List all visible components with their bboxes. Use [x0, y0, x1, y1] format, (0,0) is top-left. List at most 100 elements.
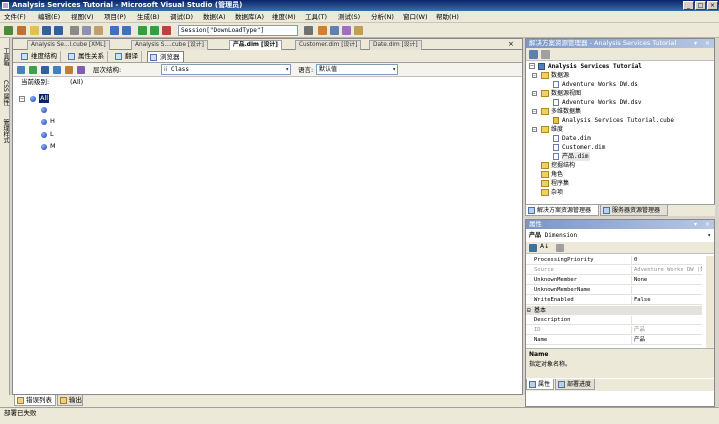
close-button[interactable]: ×	[707, 1, 718, 10]
collapse-toggle[interactable]: −	[532, 127, 537, 132]
tree-folder-mining[interactable]: 挖掘结构	[541, 161, 575, 170]
save-icon[interactable]	[42, 26, 51, 35]
solution-explorer-icon[interactable]	[318, 26, 327, 35]
tree-member-l[interactable]: L	[50, 130, 54, 139]
stop-icon[interactable]	[162, 26, 171, 35]
tree-member-h[interactable]: H	[50, 117, 55, 126]
property-pages-icon[interactable]	[556, 244, 564, 252]
collapse-toggle[interactable]: −	[532, 91, 537, 96]
menu-tools[interactable]: 工具(T)	[305, 11, 327, 23]
categorized-icon[interactable]	[529, 244, 537, 252]
menu-edit[interactable]: 编辑(E)	[38, 11, 60, 23]
output-tab[interactable]: 输出	[57, 395, 83, 406]
menu-window[interactable]: 窗口(W)	[403, 11, 428, 23]
tree-folder-dimensions[interactable]: − 维度	[532, 125, 563, 134]
property-row[interactable]: ProcessingPriority 0	[526, 256, 702, 265]
tree-item-date-dim[interactable]: Date.dim	[553, 134, 591, 143]
tree-folder-assemblies[interactable]: 程序集	[541, 179, 569, 188]
cut-icon[interactable]	[70, 26, 79, 35]
save-all-icon[interactable]	[54, 26, 63, 35]
tab-cube-design[interactable]: Analysis S....cube [设计]	[131, 40, 208, 50]
tab-cube-xml[interactable]: Analysis Se...l.cube [XML]	[27, 40, 110, 50]
alphabetical-icon[interactable]: A↓	[540, 243, 549, 250]
tree-item-dsv[interactable]: Adventure Works DW.dsv	[553, 98, 641, 107]
tree-item-cube[interactable]: Analysis Services Tutorial.cube	[553, 116, 674, 125]
property-row[interactable]: Source Adventure Works DW (数	[526, 266, 702, 275]
toolbox-tab[interactable]: 工具箱	[0, 42, 10, 72]
tree-folder-datasources[interactable]: − 数据源	[532, 71, 569, 80]
tab-translations[interactable]: 翻译	[113, 51, 142, 62]
tab-attribute-relationships[interactable]: 属性关系	[66, 51, 108, 62]
find-combo[interactable]: Session["DownLoadType"]	[178, 25, 298, 36]
menu-debug[interactable]: 调试(D)	[170, 11, 193, 23]
solution-explorer-tab[interactable]: 解决方案资源管理器	[525, 205, 599, 216]
view-code-icon[interactable]	[541, 50, 550, 59]
open-folder-icon[interactable]	[30, 26, 39, 35]
property-scrollbar[interactable]	[706, 256, 714, 348]
find-icon[interactable]	[304, 26, 313, 35]
tree-folder-roles[interactable]: 角色	[541, 170, 563, 179]
collapse-toggle[interactable]: −	[532, 73, 537, 78]
collapse-toggle[interactable]: −	[532, 109, 537, 114]
property-row[interactable]: ID 产品	[526, 326, 702, 335]
property-row[interactable]: Description	[526, 316, 702, 325]
menu-database[interactable]: 数据库(A)	[235, 11, 264, 23]
paste-icon[interactable]	[94, 26, 103, 35]
pin-icon[interactable]: ▾	[692, 40, 699, 47]
language-select[interactable]: 默认值 ▾	[316, 64, 398, 75]
object-browser-icon[interactable]	[342, 26, 351, 35]
property-row[interactable]: Name 产品	[526, 336, 702, 345]
tab-date-dim[interactable]: Date.dim [设计]	[369, 40, 422, 50]
close-panel-icon[interactable]: ×	[704, 40, 711, 47]
menu-analyze[interactable]: 分析(N)	[371, 11, 394, 23]
tree-folder-misc[interactable]: 杂项	[541, 188, 563, 197]
maximize-button[interactable]: □	[695, 1, 706, 10]
collapse-toggle[interactable]: −	[19, 96, 25, 102]
properties-icon[interactable]	[330, 26, 339, 35]
copy-icon[interactable]	[82, 26, 91, 35]
collapse-toggle[interactable]: −	[529, 63, 535, 69]
menu-project[interactable]: 项目(P)	[104, 11, 126, 23]
close-document-icon[interactable]: ×	[508, 40, 514, 48]
tree-root-all[interactable]: All	[39, 94, 50, 103]
new-project-icon[interactable]	[4, 26, 13, 35]
menu-test[interactable]: 测试(S)	[338, 11, 360, 23]
reconnect-icon[interactable]	[29, 66, 37, 74]
deployment-progress-tab[interactable]: 部署进度	[555, 379, 595, 390]
property-row[interactable]: UnknownMemberName	[526, 286, 702, 295]
error-list-tab[interactable]: 错误列表	[14, 395, 56, 406]
properties-icon[interactable]	[529, 50, 538, 59]
property-row[interactable]: UnknownMember None	[526, 276, 702, 285]
menu-help[interactable]: 帮助(H)	[436, 11, 459, 23]
toolbox-icon[interactable]	[354, 26, 363, 35]
manage-styles-tab[interactable]: 管理样式	[0, 114, 10, 148]
tab-browser[interactable]: 浏览器	[147, 51, 184, 62]
minimize-button[interactable]: _	[683, 1, 694, 10]
member-properties-icon[interactable]	[65, 66, 73, 74]
filter-icon[interactable]	[53, 66, 61, 74]
pin-icon[interactable]: ▾	[692, 221, 699, 228]
undo-icon[interactable]	[110, 26, 119, 35]
process-icon[interactable]	[17, 66, 25, 74]
zoom-icon[interactable]	[77, 66, 85, 74]
tab-dimension-structure[interactable]: 维度结构	[19, 51, 61, 62]
refresh-icon[interactable]	[41, 66, 49, 74]
tree-project[interactable]: Analysis Services Tutorial	[548, 62, 642, 71]
redo-icon[interactable]	[122, 26, 131, 35]
tree-item-product-dim[interactable]: 产品.dim	[553, 152, 591, 161]
menu-build[interactable]: 生成(B)	[137, 11, 160, 23]
server-explorer-tab[interactable]: 服务器资源管理器	[600, 205, 668, 216]
tree-item-customer-dim[interactable]: Customer.dim	[553, 143, 605, 152]
start-debugging-icon[interactable]	[138, 26, 147, 35]
menu-file[interactable]: 文件(F)	[4, 11, 26, 23]
object-selector[interactable]: 产品 Dimension ▾	[526, 230, 714, 241]
menu-data[interactable]: 数据(A)	[203, 11, 226, 23]
close-panel-icon[interactable]: ×	[704, 221, 711, 228]
add-item-icon[interactable]	[17, 26, 26, 35]
tree-member-m[interactable]: M	[50, 142, 56, 151]
start-icon[interactable]	[150, 26, 159, 35]
menu-view[interactable]: 视图(V)	[71, 11, 94, 23]
css-properties-tab[interactable]: CSS 属性	[0, 76, 10, 110]
properties-tab[interactable]: 属性	[526, 379, 554, 390]
tree-folder-dsv[interactable]: − 数据源视图	[532, 89, 581, 98]
